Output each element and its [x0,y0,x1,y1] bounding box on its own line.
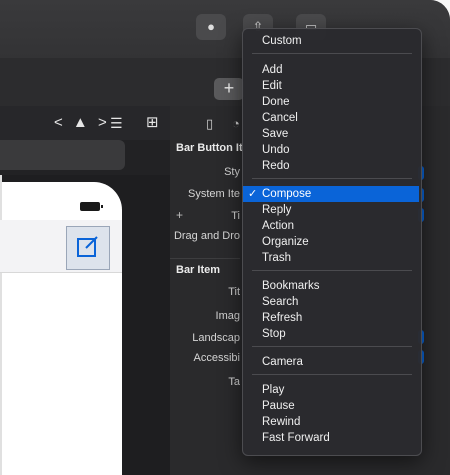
add-button[interactable]: + [214,78,244,100]
menu-item-label: Add [262,64,283,76]
menu-item-done[interactable]: Done [243,94,419,110]
title2-label: Tit [228,286,240,298]
system-item-popup-menu: Custom Add Edit Done Cancel Save Undo Redo ✓ Comp… [242,28,422,456]
menu-item-label: Save [262,128,289,140]
menu-item-label: Rewind [262,416,301,428]
menu-item-label: Stop [262,328,286,340]
menu-item-edit[interactable]: Edit [243,78,419,94]
menu-item-label: Refresh [262,312,303,324]
menu-item-pause[interactable]: Pause [243,398,419,414]
menu-item-label: Action [262,220,294,232]
menu-item-action[interactable]: Action [243,218,419,234]
menu-item-compose[interactable]: ✓ Compose [243,186,419,202]
menu-item-label: Undo [262,144,290,156]
menu-item-label: Organize [262,236,309,248]
menu-item-custom[interactable]: Custom [243,33,419,49]
library-icon: ● [207,19,215,34]
menu-item-camera[interactable]: Camera [243,354,419,370]
menu-item-play[interactable]: Play [243,382,419,398]
menu-separator [252,178,412,179]
tag-label: Ta [228,376,240,388]
menu-item-organize[interactable]: Organize [243,234,419,250]
library-button[interactable]: ● [196,14,226,40]
style-label: Sty [224,166,240,178]
menu-item-label: Compose [262,188,312,200]
menu-item-label: Edit [262,80,282,92]
landscape-label: Landscap [192,332,240,344]
title-label: Ti [231,210,240,222]
menu-item-label: Pause [262,400,295,412]
compose-bar-button[interactable] [66,226,110,270]
battery-icon [80,202,103,211]
section-divider [170,258,240,259]
add-variation-button[interactable]: + [176,208,183,222]
menu-item-stop[interactable]: Stop [243,326,419,342]
menu-item-label: Bookmarks [262,280,320,292]
menu-item-label: Trash [262,252,291,264]
menu-separator [252,270,412,271]
system-item-label: System Ite [188,188,240,200]
menu-item-trash[interactable]: Trash [243,250,419,266]
add-editor-icon[interactable]: ⊞ [146,113,159,131]
section-bar-item: Bar Item [176,264,221,276]
menu-item-label: Done [262,96,290,108]
menu-item-search[interactable]: Search [243,294,419,310]
menu-item-label: Reply [262,204,292,216]
menu-item-redo[interactable]: Redo [243,158,419,174]
menu-item-bookmarks[interactable]: Bookmarks [243,278,419,294]
menu-item-label: Search [262,296,299,308]
menu-item-refresh[interactable]: Refresh [243,310,419,326]
menu-separator [252,346,412,347]
menu-item-label: Cancel [262,112,298,124]
checkmark-icon: ✓ [248,188,258,200]
menu-item-undo[interactable]: Undo [243,142,419,158]
help-icon[interactable]: ◔ [232,116,240,131]
menu-item-save[interactable]: Save [243,126,419,142]
menu-item-label: Custom [262,35,302,47]
drag-drop-label: Drag and Dro [173,230,240,242]
list-icon[interactable]: ☰ [110,115,123,132]
navigation-arrows[interactable]: < ▲ > [54,114,110,131]
menu-separator [252,53,412,54]
menu-item-label: Camera [262,356,303,368]
compose-icon [77,236,98,257]
image-label: Imag [215,310,240,322]
menu-separator [252,374,412,375]
menu-item-fast-forward[interactable]: Fast Forward [243,430,419,446]
menu-item-label: Play [262,384,285,396]
document-icon[interactable]: ▯ [206,116,213,132]
menu-item-label: Redo [262,160,290,172]
menu-item-label: Fast Forward [262,432,330,444]
accessibility-label: Accessibi [193,352,240,364]
menu-item-rewind[interactable]: Rewind [243,414,419,430]
section-bar-button-item: Bar Button It [176,142,243,154]
breadcrumb-bar [0,140,125,170]
menu-item-cancel[interactable]: Cancel [243,110,419,126]
menu-item-add[interactable]: Add [243,62,419,78]
menu-item-reply[interactable]: Reply [243,202,419,218]
